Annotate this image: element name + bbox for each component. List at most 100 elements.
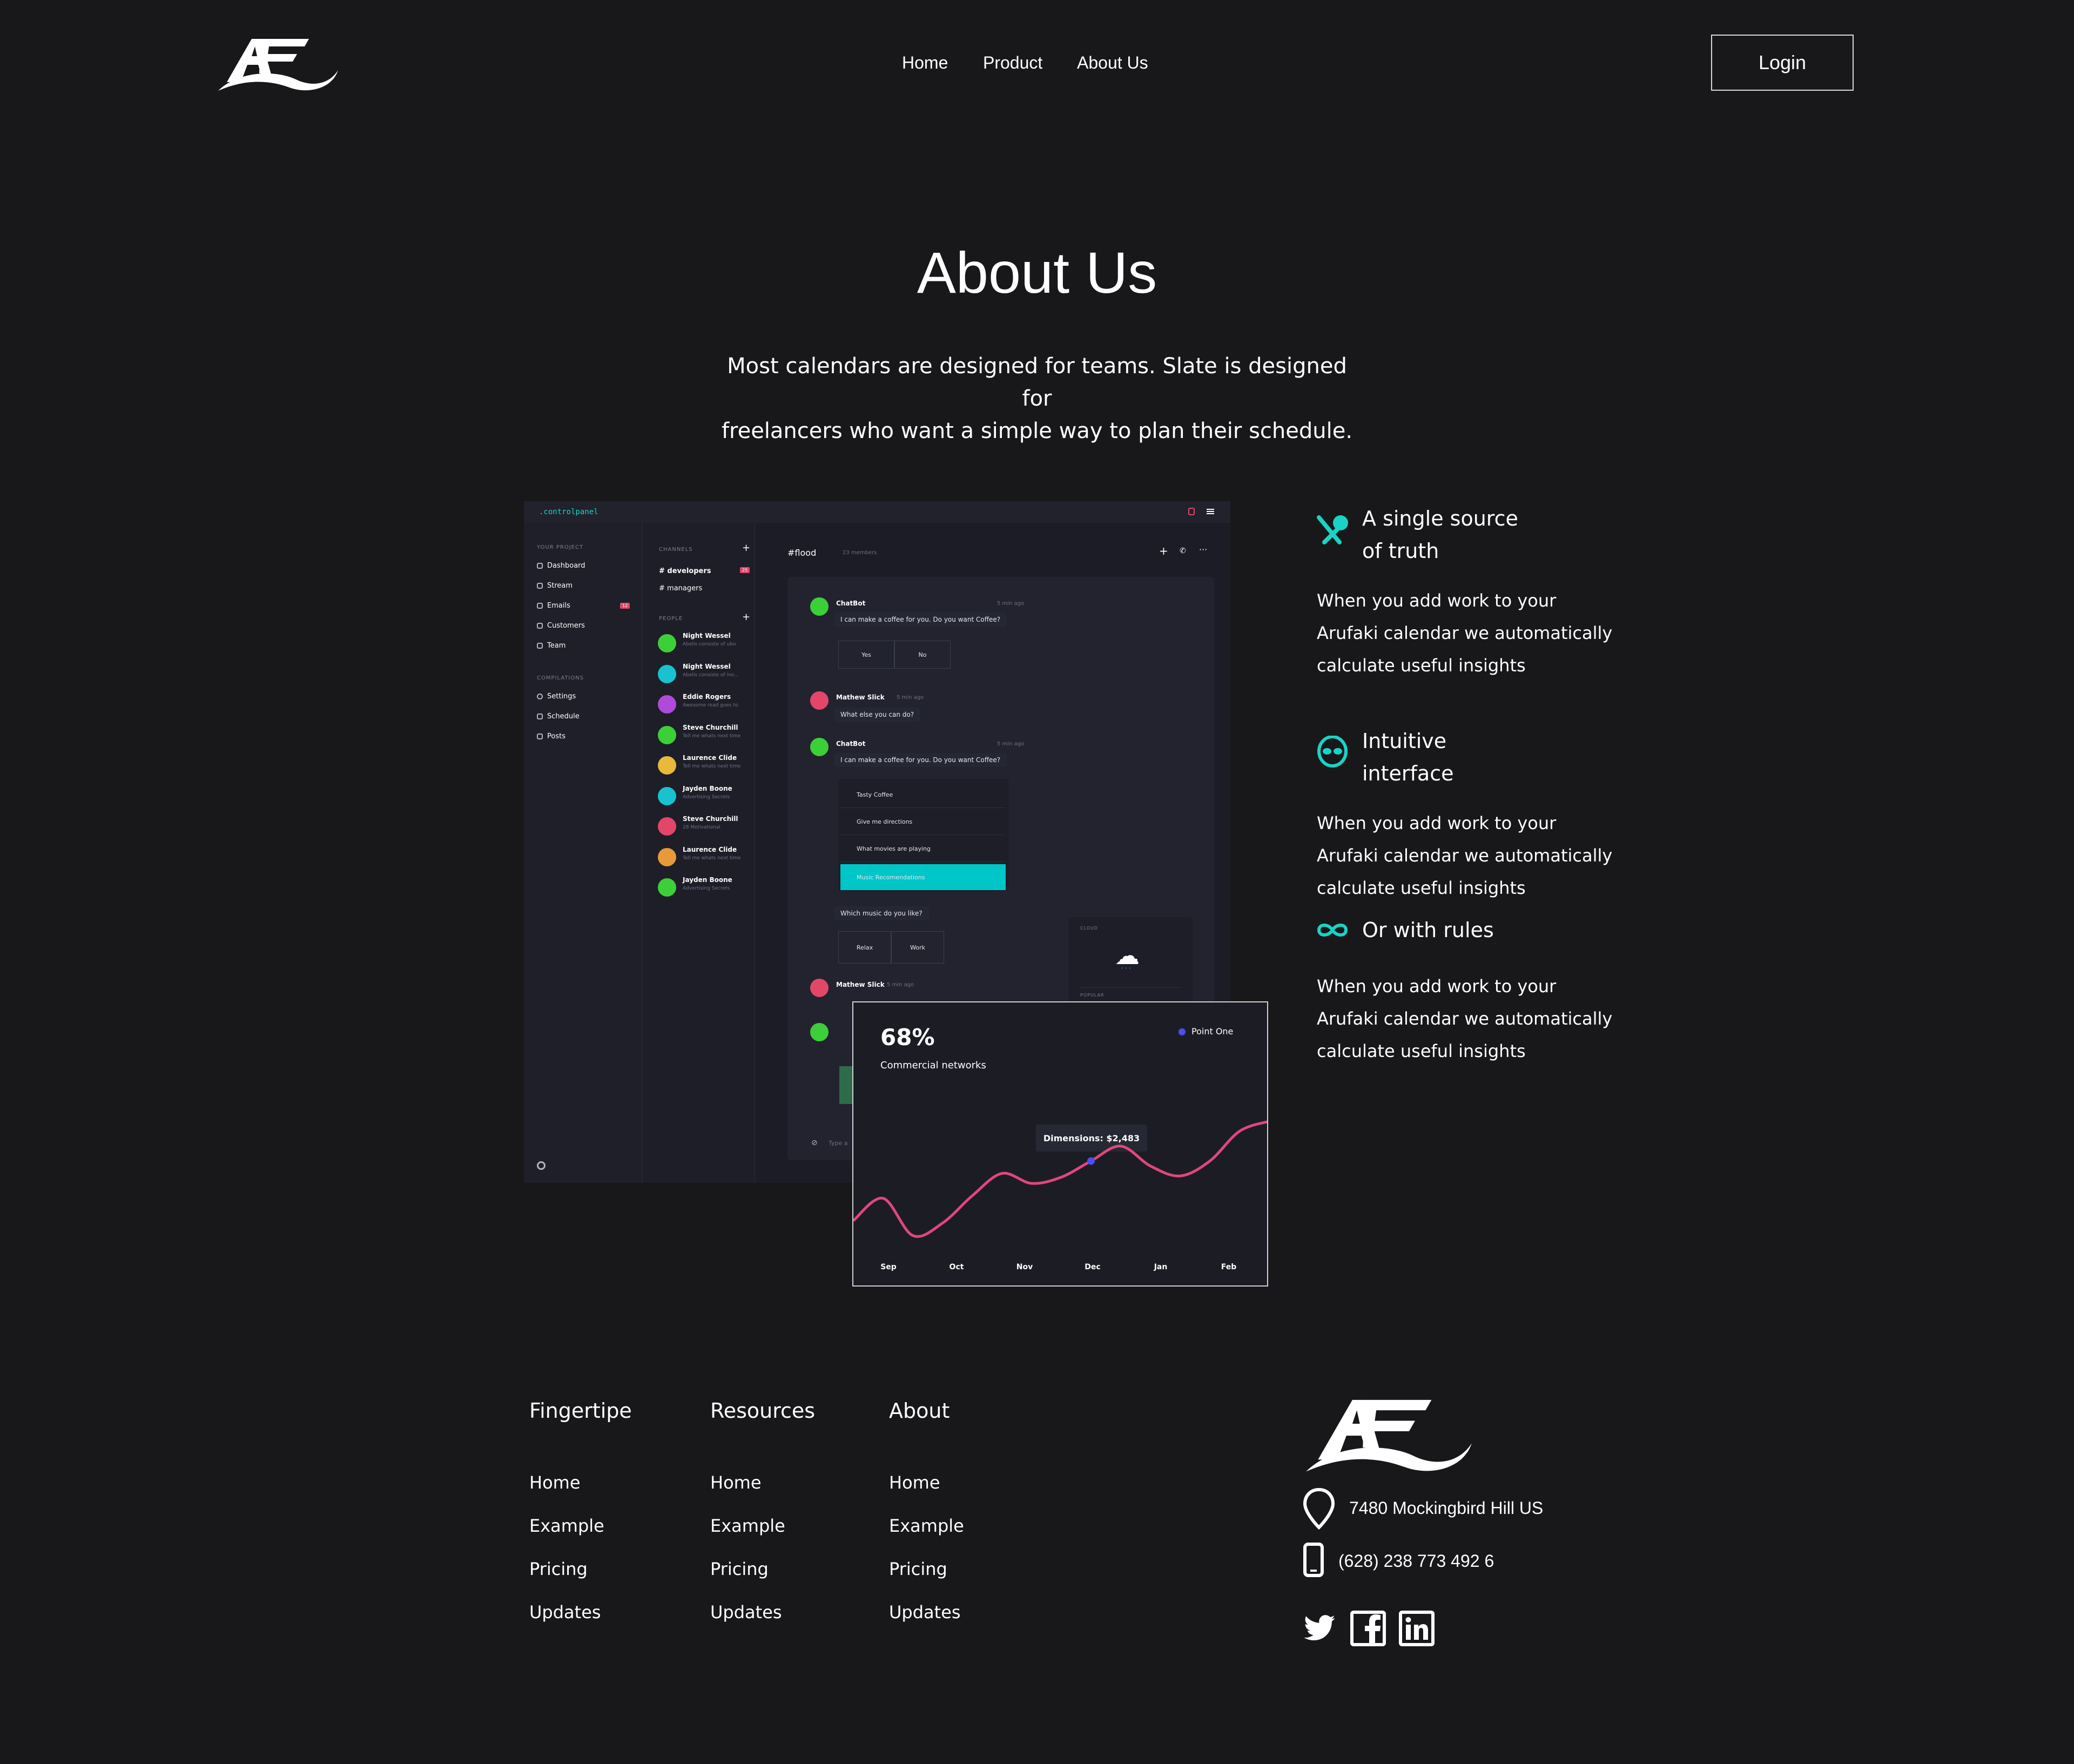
person-name: Night Wessel [683, 662, 731, 670]
footer-link[interactable]: Home [529, 1472, 581, 1493]
message-author: ChatBot [836, 740, 866, 748]
hero-subtitle-line: Most calendars are designed for teams. S… [727, 354, 1347, 411]
channel-title: #flood [787, 548, 817, 558]
person-avatar [658, 725, 676, 744]
footer-logo[interactable] [1302, 1392, 1478, 1475]
nav-home[interactable]: Home [902, 53, 948, 73]
message-bubble: I can make a coffee for you. Do you want… [834, 753, 1007, 767]
highlight-point [1087, 1157, 1095, 1165]
person-name: Jayden Boone [683, 784, 732, 792]
person-status: Tell me whats next time [683, 855, 741, 861]
footer-column-title: Resources [710, 1399, 816, 1423]
person-name: Laurence Clide [683, 754, 737, 762]
message-time: 5 min ago [887, 982, 914, 988]
person-avatar [658, 817, 676, 836]
sidebar-item-emails: Emails [537, 602, 570, 610]
menu-item: Give me directions [840, 809, 1006, 835]
x-tick-label: Nov [1016, 1263, 1033, 1271]
footer-link[interactable]: Example [710, 1516, 785, 1536]
feature-description-line: When you add work to your [1317, 976, 1557, 997]
phone-icon [1303, 1543, 1324, 1577]
footer-column-title: About [889, 1399, 950, 1423]
login-button[interactable]: Login [1711, 35, 1854, 91]
sidebar-item-label: Schedule [547, 712, 580, 721]
sidebar-item-team: Team [537, 642, 565, 650]
footer-link[interactable]: Pricing [529, 1559, 588, 1579]
footer-link[interactable]: Updates [529, 1602, 601, 1622]
reply-work: Work [891, 931, 944, 964]
footer-link[interactable]: Example [889, 1516, 964, 1536]
bot-avatar [810, 738, 829, 756]
message-time: 5 min ago [897, 695, 924, 701]
sidebar-item-stream: Stream [537, 582, 573, 590]
feature-description-line: When you add work to your [1317, 813, 1557, 833]
x-tick-label: Feb [1221, 1263, 1237, 1271]
emails-badge: 12 [620, 603, 630, 609]
footer-link[interactable]: Pricing [889, 1559, 947, 1579]
section-label: COMPILATIONS [537, 675, 584, 681]
footer-link[interactable]: Pricing [710, 1559, 769, 1579]
feature-title-line: A single source [1362, 507, 1518, 530]
footer-link[interactable]: Updates [889, 1602, 961, 1622]
facebook-icon[interactable] [1350, 1611, 1386, 1646]
feature-description-line: When you add work to your [1317, 590, 1557, 611]
message-author: Mathew Slick [836, 694, 885, 701]
mail-icon [537, 603, 543, 609]
footer-link[interactable]: Updates [710, 1602, 782, 1622]
cloud-rain-icon: ☁ [1115, 941, 1140, 970]
bot-avatar [810, 1023, 829, 1041]
feature-title-line: Or with rules [1362, 918, 1494, 942]
message-author: ChatBot [836, 600, 866, 607]
nav-about-us[interactable]: About Us [1077, 53, 1148, 73]
person-name: Eddie Rogers [683, 693, 731, 701]
person-status: Tell me whats next time [683, 764, 741, 769]
phone-icon: ✆ [1180, 547, 1186, 555]
person-status: Abelis consiste of ino... [683, 672, 739, 678]
linkedin-icon[interactable] [1399, 1611, 1435, 1646]
user-avatar [810, 691, 829, 710]
person-status: Advertising Secrets [683, 794, 730, 800]
mock-topbar [524, 501, 1230, 523]
reply-label: Work [910, 944, 925, 951]
x-tick-label: Dec [1085, 1263, 1100, 1271]
sidebar-item-label: Stream [547, 582, 573, 590]
person-status: Abelis consiste of ubo [683, 642, 736, 647]
person-status: Tell me whats next time [683, 733, 741, 739]
infinity-icon [1316, 919, 1349, 944]
customers-icon [537, 623, 543, 629]
menu-item-label: Music Recomendations [857, 873, 925, 881]
footer-link[interactable]: Home [889, 1472, 940, 1493]
nav-product[interactable]: Product [983, 53, 1042, 73]
section-label: YOUR PROJECT [537, 544, 584, 550]
message-time: 5 min ago [997, 741, 1025, 747]
x-tick-label: Sep [880, 1263, 897, 1271]
gear-icon [537, 1161, 546, 1170]
feature-description-line: Arufaki calendar we automatically [1317, 1008, 1613, 1029]
person-avatar [658, 878, 676, 897]
footer-link[interactable]: Example [529, 1516, 604, 1536]
weather-label: CLOUD [1080, 926, 1099, 931]
line-chart: Sep Oct Nov Dec Jan Feb [853, 1120, 1267, 1271]
logo[interactable] [216, 33, 341, 93]
hero-subtitle-line: freelancers who want a simple way to pla… [721, 419, 1353, 443]
gear-icon [537, 694, 543, 699]
feature-description-line: calculate useful insights [1317, 1041, 1526, 1061]
feature-title-line: Intuitive [1362, 729, 1447, 753]
popular-label: POPULAR [1080, 993, 1105, 998]
rain-drops: ʹ ʹ ʹ [1121, 967, 1131, 974]
bot-avatar [810, 597, 829, 616]
footer-link[interactable]: Home [710, 1472, 762, 1493]
members-count: 23 members [843, 550, 877, 556]
calendar-icon [537, 713, 543, 719]
twitter-icon[interactable] [1304, 1615, 1335, 1641]
x-tick-label: Oct [950, 1263, 964, 1271]
menu-item: What movies are playing [840, 836, 1006, 862]
feature-title: A single source of truth [1362, 502, 1518, 567]
channel-item: # managers [659, 584, 703, 593]
menu-item-active: Music Recomendations [840, 864, 1006, 890]
sidebar-item-label: Posts [547, 732, 565, 740]
sidebar-item-label: Customers [547, 622, 585, 630]
sidebar-item-dashboard: Dashboard [537, 562, 585, 570]
attach-icon: ⊘ [811, 1139, 818, 1147]
person-avatar [658, 634, 676, 652]
